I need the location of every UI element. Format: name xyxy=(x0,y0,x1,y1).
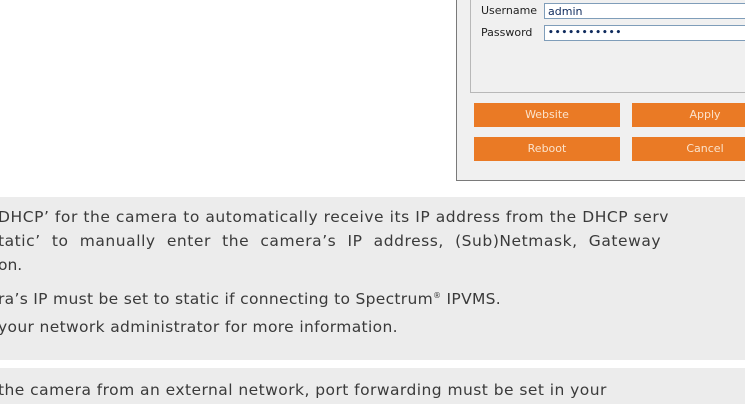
instruction-line-dhcp: DHCP’ for the camera to automatically re… xyxy=(0,208,670,226)
instruction-line-admin: your network administrator for more info… xyxy=(0,318,398,336)
password-label: Password xyxy=(481,26,533,39)
instruction-line-static-cont: on. xyxy=(0,256,23,274)
username-label: Username xyxy=(481,4,538,17)
cancel-button[interactable]: Cancel xyxy=(632,137,745,161)
username-field[interactable] xyxy=(544,3,745,19)
website-button[interactable]: Website xyxy=(474,103,620,127)
instructions-panel: DHCP’ for the camera to automatically re… xyxy=(0,197,745,360)
password-field[interactable]: ••••••••••• xyxy=(544,25,745,41)
port-forwarding-note: the camera from an external network, por… xyxy=(0,368,745,404)
port-forwarding-text: the camera from an external network, por… xyxy=(0,381,607,399)
network-settings-dialog: Username Password ••••••••••• Website Ap… xyxy=(456,0,745,181)
apply-button[interactable]: Apply xyxy=(632,103,745,127)
instruction-line-ipvms: IPVMS. xyxy=(441,290,502,308)
reboot-button[interactable]: Reboot xyxy=(474,137,620,161)
setup-page: Username Password ••••••••••• Website Ap… xyxy=(0,0,745,404)
instruction-line-static: tatic’ to manually enter the camera’s IP… xyxy=(0,232,662,250)
instruction-line-spectrum-text: ra’s IP must be set to static if connect… xyxy=(0,290,434,308)
instruction-line-spectrum: ra’s IP must be set to static if connect… xyxy=(0,286,501,309)
